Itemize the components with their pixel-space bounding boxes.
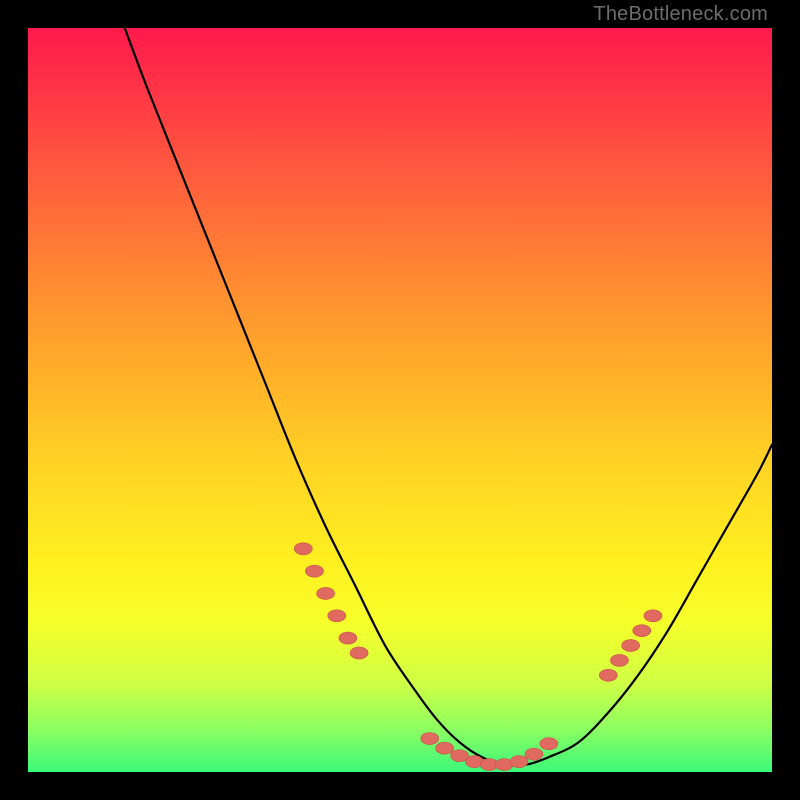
curve-marker xyxy=(421,733,439,745)
curve-marker xyxy=(540,738,558,750)
marker-cluster-right xyxy=(599,610,662,682)
watermark-text: TheBottleneck.com xyxy=(593,4,768,24)
curve-marker xyxy=(350,647,368,659)
chart-frame xyxy=(28,28,772,772)
curve-marker xyxy=(328,610,346,622)
curve-marker xyxy=(633,625,651,637)
curve-marker xyxy=(510,756,528,768)
curve-marker xyxy=(339,632,357,644)
bottleneck-curve xyxy=(125,28,772,765)
chart-svg xyxy=(28,28,772,772)
curve-marker xyxy=(622,640,640,652)
curve-marker xyxy=(525,748,543,760)
curve-marker xyxy=(610,654,628,666)
marker-cluster-left xyxy=(294,543,368,659)
curve-marker xyxy=(305,565,323,577)
curve-marker xyxy=(599,669,617,681)
curve-marker xyxy=(294,543,312,555)
curve-marker xyxy=(644,610,662,622)
marker-cluster-valley xyxy=(421,733,558,771)
curve-marker xyxy=(436,742,454,754)
curve-marker xyxy=(317,587,335,599)
